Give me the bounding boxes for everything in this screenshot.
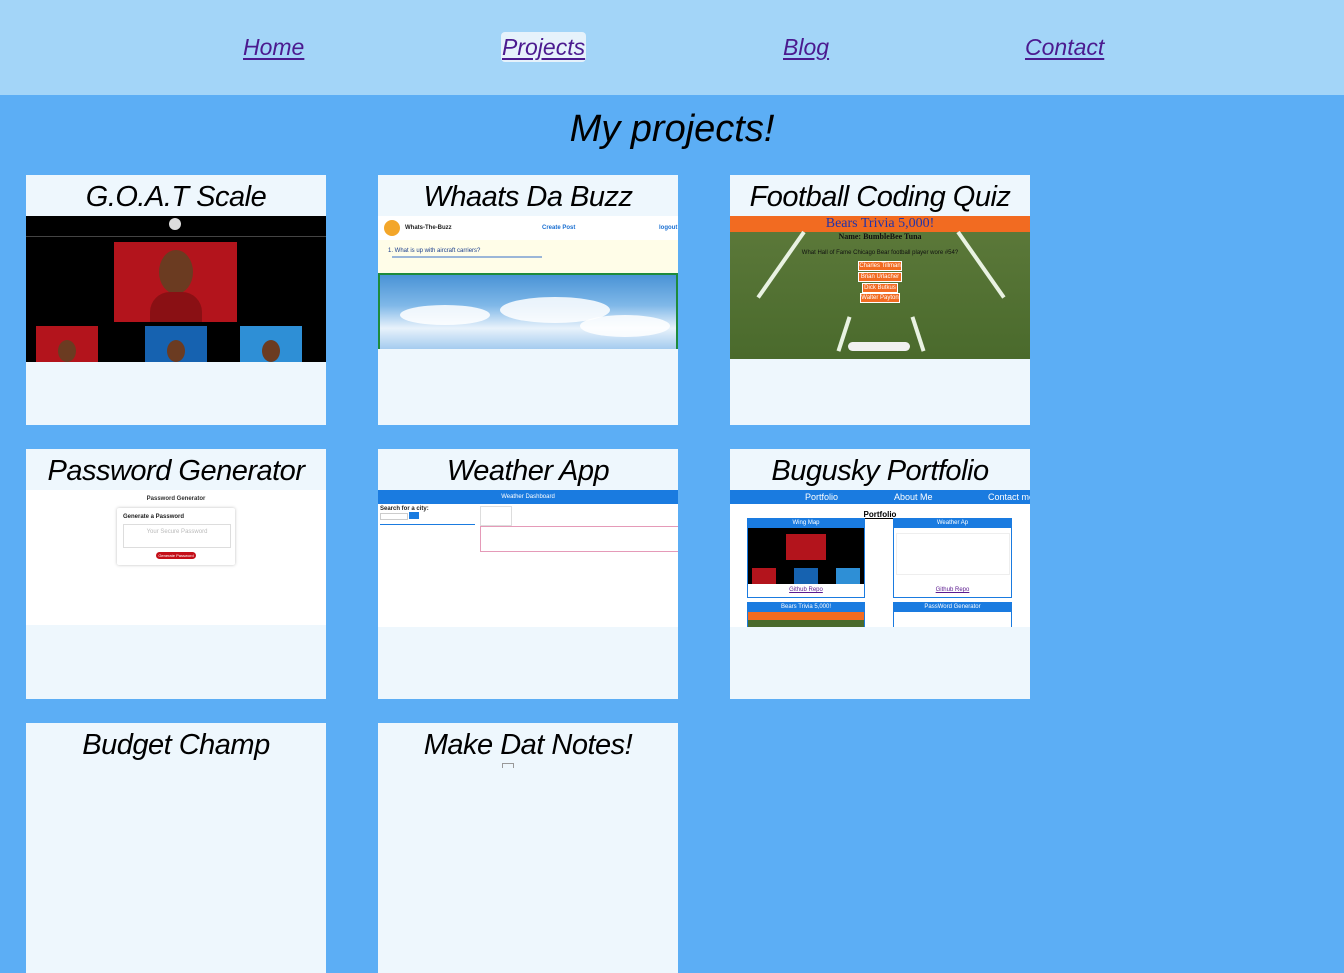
generate-button: Generate Password (156, 552, 196, 559)
nav-link-contact[interactable]: Contact (1025, 32, 1104, 62)
logout-link: logout (659, 225, 678, 231)
project-title: Whaats Da Buzz (423, 181, 633, 213)
cloud-shape (580, 315, 670, 337)
thumbnail (145, 326, 207, 362)
portfolio-item-image (748, 620, 864, 627)
project-card-goat-scale[interactable]: G.O.A.T Scale (26, 175, 326, 425)
search-button (409, 512, 419, 519)
password-card: Generate a Password Your Secure Password… (117, 508, 235, 565)
logo-icon (384, 220, 400, 236)
password-placeholder: Your Secure Password (146, 529, 208, 535)
repo-link: Github Repo (935, 587, 970, 593)
portfolio-item-image (896, 533, 1010, 575)
portfolio-item-title: PassWord Generator (924, 604, 981, 610)
hero-image (114, 242, 237, 322)
nav-link-projects[interactable]: Projects (501, 32, 587, 62)
quiz-title: Bears Trivia 5,000! (825, 216, 935, 231)
project-title: Bugusky Portfolio (771, 455, 989, 487)
project-screenshot[interactable]: Bears Trivia 5,000! Name: BumbleBee Tuna… (730, 216, 1030, 359)
project-title: Budget Champ (82, 729, 270, 761)
project-title: Weather App (446, 455, 610, 487)
forecast-grid (480, 526, 678, 552)
project-card-whaats-da-buzz[interactable]: Whaats Da Buzz Whats-The-Buzz Create Pos… (378, 175, 678, 425)
app-header: Whats-The-Buzz Create Post logout (378, 216, 678, 240)
nav-item: Portfolio (805, 492, 839, 502)
answer-option: Charles Tillman (858, 261, 902, 271)
portfolio-item-image (748, 528, 864, 584)
sky-image (378, 273, 678, 349)
project-card-budget-champ[interactable]: Budget Champ (26, 723, 326, 973)
app-title: Weather Dashboard (501, 494, 555, 500)
generate-button-label: Generate Password (158, 553, 194, 558)
project-screenshot[interactable]: Whats-The-Buzz Create Post logout 1. Wha… (378, 216, 678, 349)
page-title: My projects! (569, 108, 775, 150)
divider (26, 236, 326, 237)
card-heading: Generate a Password (123, 514, 185, 520)
player-name: Name: BumbleBee Tuna (838, 232, 922, 241)
project-screenshot[interactable]: Weather Dashboard Search for a city: (378, 490, 678, 627)
current-weather (480, 506, 512, 526)
project-card-bugusky-portfolio[interactable]: Bugusky Portfolio Portfolio About Me Con… (730, 449, 1030, 699)
portfolio-item: Weather Ap Github Repo (893, 518, 1012, 598)
search-input (380, 513, 408, 520)
project-title: Football Coding Quiz (749, 181, 1011, 213)
project-title: G.O.A.T Scale (85, 181, 267, 213)
project-screenshot[interactable] (26, 216, 326, 362)
audio-player (848, 342, 910, 351)
jersey-shape (150, 292, 202, 322)
nav-link-blog[interactable]: Blog (783, 32, 829, 62)
app-brand: Whats-The-Buzz (405, 225, 452, 231)
search-label: Search for a city: (380, 506, 429, 512)
player-image (167, 340, 185, 362)
project-card-football-quiz[interactable]: Football Coding Quiz Bears Trivia 5,000!… (730, 175, 1030, 425)
portfolio-item: Bears Trivia 5,000! (747, 602, 865, 627)
project-card-password-generator[interactable]: Password Generator Password Generator Ge… (26, 449, 326, 699)
nav-link-home[interactable]: Home (243, 32, 304, 62)
logo-icon (169, 218, 181, 230)
thumbnail (240, 326, 302, 362)
post-link: 1. What is up with aircraft carriers? (388, 248, 481, 254)
project-title: Make Dat Notes! (423, 729, 633, 761)
portfolio-item: PassWord Generator (893, 602, 1012, 627)
app-header: Weather Dashboard (378, 490, 678, 504)
thumbnail (752, 568, 776, 584)
portfolio-item-title: Wing Map (792, 520, 820, 526)
answer-option: Walter Payton (860, 293, 900, 303)
quiz-header: Bears Trivia 5,000! (730, 216, 1030, 232)
nav-item: Contact me (988, 492, 1030, 502)
portfolio-item-title: Weather Ap (936, 520, 969, 526)
create-post-link: Create Post (542, 225, 576, 231)
divider (380, 524, 475, 525)
post-meta (392, 256, 542, 258)
portfolio-item-image (748, 612, 864, 620)
answer-option: Brian Urlacher (858, 272, 902, 282)
project-title: Password Generator (47, 455, 305, 487)
navbar: Home Projects Blog Contact (0, 0, 1344, 95)
player-image (159, 250, 193, 294)
repo-link: Github Repo (789, 587, 823, 593)
hero-image (786, 534, 826, 560)
site-nav: Portfolio About Me Contact me (730, 490, 1030, 504)
player-image (262, 340, 280, 362)
portfolio-item-title: Bears Trivia 5,000! (780, 604, 832, 610)
project-card-weather-app[interactable]: Weather App Weather Dashboard Search for… (378, 449, 678, 699)
project-card-make-dat-notes[interactable]: Make Dat Notes! (378, 723, 678, 973)
cloud-shape (400, 305, 490, 325)
thumbnail (36, 326, 98, 362)
portfolio-item: Wing Map Github Repo (747, 518, 865, 598)
answer-option: Dick Butkus (862, 283, 898, 293)
password-output: Your Secure Password (123, 524, 231, 548)
thumbnail (794, 568, 818, 584)
quiz-question: What Hall of Fame Chicago Bear football … (801, 250, 959, 256)
project-screenshot[interactable]: Password Generator Generate a Password Y… (26, 490, 326, 625)
nav-item: About Me (894, 492, 933, 502)
project-screenshot[interactable]: Portfolio About Me Contact me Portfolio … (730, 490, 1030, 627)
app-title: Password Generator (146, 496, 206, 502)
thumbnail (836, 568, 860, 584)
player-image (58, 340, 76, 362)
yard-line (910, 316, 926, 352)
